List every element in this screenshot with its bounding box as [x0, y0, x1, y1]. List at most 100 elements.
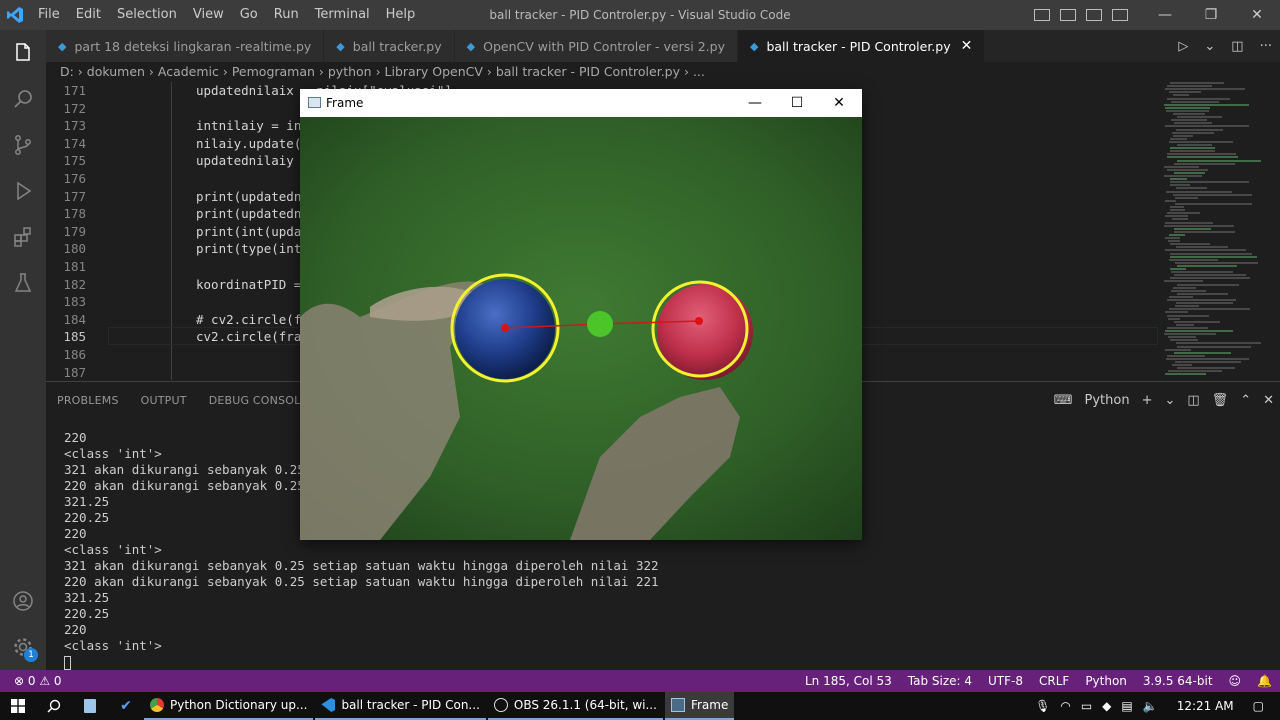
feedback-icon[interactable]: ☺ [1221, 670, 1250, 692]
minimap-line [1170, 82, 1224, 84]
minimap-line [1165, 221, 1213, 224]
minimap-line [1166, 190, 1232, 193]
restore-icon[interactable]: ❐ [1188, 0, 1234, 30]
bell-icon[interactable]: 🔔 [1249, 670, 1280, 692]
cursor-position[interactable]: Ln 185, Col 53 [797, 670, 900, 692]
tab-opencv-pid[interactable]: ◆ OpenCV with PID Controler - versi 2.py [454, 30, 738, 62]
line-number: 179 [63, 223, 86, 239]
terminal-line: 220.25 [64, 606, 110, 621]
terminal-line: 220 [64, 622, 87, 637]
file-explorer-icon[interactable] [72, 692, 108, 720]
close-tab-icon[interactable]: ✕ [961, 38, 973, 54]
menu-selection[interactable]: Selection [109, 0, 185, 30]
extensions-icon[interactable] [0, 214, 46, 260]
tab-size[interactable]: Tab Size: 4 [900, 670, 980, 692]
line-number: 183 [63, 294, 86, 310]
testing-flask-icon[interactable] [0, 260, 46, 306]
minimap-line [1174, 230, 1235, 233]
close-panel-icon[interactable]: ✕ [1263, 393, 1274, 408]
clock[interactable]: 12:21 AM [1177, 699, 1234, 713]
eol[interactable]: CRLF [1031, 670, 1077, 692]
minimap-line [1176, 302, 1233, 305]
tab-label: ball tracker - PID Controler.py [766, 38, 951, 54]
line-number: 181 [63, 259, 86, 274]
more-actions-icon[interactable]: ··· [1260, 39, 1272, 54]
encoding[interactable]: UTF-8 [980, 670, 1031, 692]
tab-ball-tracker-pid[interactable]: ◆ ball tracker - PID Controler.py ✕ [737, 30, 986, 62]
line-number: 178 [63, 206, 86, 222]
menu-file[interactable]: File [30, 0, 68, 30]
network-icon[interactable]: ▤ [1121, 699, 1132, 713]
toggle-sidebar-icon[interactable] [1034, 9, 1050, 21]
close-icon[interactable]: ✕ [1234, 0, 1280, 30]
chevron-down-icon[interactable]: ⌄ [1164, 393, 1175, 408]
tab-part-18[interactable]: ◆ part 18 deteksi lingkaran -realtime.py [46, 30, 325, 62]
taskbar-app-vscode[interactable]: ball tracker - PID Con... [315, 692, 486, 720]
minimap-line [1175, 305, 1199, 308]
split-editor-icon[interactable]: ◫ [1231, 39, 1243, 54]
battery-icon[interactable]: ▭ [1081, 699, 1092, 713]
source-control-icon[interactable] [0, 122, 46, 168]
minimap-line [1167, 156, 1238, 159]
close-icon[interactable]: ✕ [818, 89, 860, 117]
panel-actions: ⌨ Python + ⌄ ◫ 🗑 ⌃ ✕ [1048, 382, 1280, 418]
minimap-line [1174, 171, 1205, 174]
chevron-down-icon[interactable]: ⌄ [1204, 39, 1215, 54]
taskbar-app-chrome[interactable]: Python Dictionary up... [144, 692, 314, 720]
code-text: print(type(int( [196, 241, 309, 257]
terminal-line: <class 'int'> [64, 542, 162, 557]
security-shield-icon[interactable]: ◆ [1102, 699, 1111, 713]
menu-run[interactable]: Run [266, 0, 307, 30]
maximize-panel-icon[interactable]: ⌃ [1240, 393, 1251, 408]
terminal-prompt[interactable] [64, 654, 659, 670]
menu-edit[interactable]: Edit [68, 0, 109, 30]
search-icon[interactable] [36, 692, 72, 720]
terminal-shell-label[interactable]: Python [1085, 393, 1130, 408]
python-file-icon: ◆ [466, 39, 476, 53]
account-icon[interactable] [0, 578, 46, 624]
explorer-icon[interactable] [0, 30, 46, 76]
minimap[interactable] [1160, 62, 1280, 380]
maximize-icon[interactable]: ☐ [776, 89, 818, 117]
problems-status[interactable]: ⊗ 0 ⚠ 0 [14, 670, 62, 692]
menu-help[interactable]: Help [378, 0, 424, 30]
tab-problems[interactable]: PROBLEMS [57, 394, 119, 407]
minimize-icon[interactable]: — [734, 89, 776, 117]
menu-go[interactable]: Go [232, 0, 266, 30]
notification-center-icon[interactable]: ▢ [1253, 699, 1264, 713]
minimap-line [1168, 317, 1180, 320]
breadcrumb[interactable]: D: › dokumen › Academic › Pemograman › p… [46, 62, 1160, 82]
search-icon[interactable] [0, 76, 46, 122]
minimap-line [1171, 119, 1207, 122]
line-number: 182 [63, 276, 86, 292]
menu-view[interactable]: View [185, 0, 232, 30]
run-file-icon[interactable]: ▷ [1178, 39, 1188, 54]
python-interpreter[interactable]: 3.9.5 64-bit [1135, 670, 1221, 692]
tab-debug-console[interactable]: DEBUG CONSOLE [209, 394, 308, 407]
trash-icon[interactable]: 🗑 [1212, 393, 1229, 408]
minimap-line [1176, 187, 1207, 190]
run-debug-icon[interactable] [0, 168, 46, 214]
toggle-secondary-sidebar-icon[interactable] [1086, 9, 1102, 21]
minimap-line [1170, 243, 1210, 246]
taskbar-app-obs[interactable]: OBS 26.1.1 (64-bit, wi... [487, 692, 663, 720]
opencv-frame-window[interactable]: Frame — ☐ ✕ [300, 89, 862, 540]
microphone-icon[interactable]: 🎙 [1035, 699, 1050, 713]
frame-title-bar[interactable]: Frame — ☐ ✕ [300, 89, 862, 117]
new-terminal-icon[interactable]: + [1142, 393, 1153, 408]
customize-layout-icon[interactable] [1112, 9, 1128, 21]
tab-output[interactable]: OUTPUT [141, 394, 187, 407]
menu-terminal[interactable]: Terminal [307, 0, 378, 30]
split-terminal-icon[interactable]: ◫ [1187, 393, 1199, 408]
toggle-panel-icon[interactable] [1060, 9, 1076, 21]
taskbar-app-frame[interactable]: Frame [664, 692, 735, 720]
vscode-logo-icon[interactable] [0, 0, 30, 30]
volume-icon[interactable]: 🔈 [1143, 699, 1158, 713]
todo-check-icon[interactable]: ✔ [108, 692, 144, 720]
manage-gear-icon[interactable]: 1 [0, 624, 46, 670]
windows-start-icon[interactable] [0, 692, 36, 720]
language-mode[interactable]: Python [1077, 670, 1135, 692]
tab-ball-tracker[interactable]: ◆ ball tracker.py [324, 30, 455, 62]
minimize-icon[interactable]: — [1142, 0, 1188, 30]
wifi-icon[interactable]: ◠ [1060, 699, 1070, 713]
